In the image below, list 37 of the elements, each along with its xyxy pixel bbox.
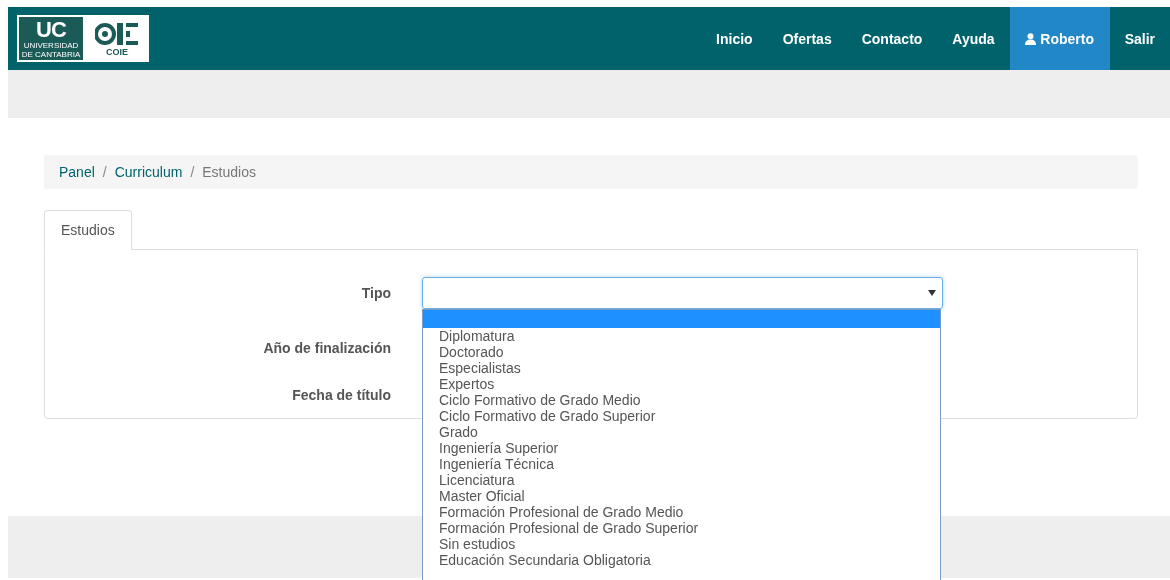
dropdown-option[interactable]: Expertos: [423, 376, 940, 392]
nav-link[interactable]: Contacto: [846, 7, 938, 70]
dropdown-option[interactable]: Diplomatura: [423, 328, 940, 344]
breadcrumb-separator: /: [101, 164, 108, 180]
field-label: Fecha de título: [291, 386, 391, 403]
nav-link[interactable]: Ayuda: [937, 7, 1010, 70]
dropdown-option[interactable]: Ingeniería Técnica: [423, 456, 940, 472]
user-icon: [1025, 32, 1037, 45]
logo-initials: UC: [36, 18, 66, 41]
dropdown-option[interactable]: Especialistas: [423, 360, 940, 376]
dropdown-option[interactable]: Ingeniería Superior: [423, 440, 940, 456]
dropdown-option[interactable]: Master Oficial: [423, 488, 940, 504]
nav-link[interactable]: Salir: [1109, 7, 1170, 70]
nav-link[interactable]: Ofertas: [767, 7, 847, 70]
dropdown-option[interactable]: Educación Secundaria Obligatoria: [423, 552, 940, 568]
breadcrumb-current: Estudios: [202, 164, 256, 180]
nav-link[interactable]: Roberto: [1009, 7, 1110, 70]
field-label: Año de finalización: [262, 339, 391, 356]
dropdown-option[interactable]: Formación Profesional de Grado Medio: [423, 504, 940, 520]
logo-university: UNIVERSIDAD DE CANTABRIA: [21, 40, 81, 59]
nav-link[interactable]: Inicio: [701, 7, 768, 70]
tab[interactable]: Estudios: [44, 210, 132, 250]
field-label: Tipo: [360, 285, 391, 301]
logo-mark-icon: [95, 20, 139, 47]
dropdown-option[interactable]: Ciclo Formativo de Grado Superior: [423, 408, 940, 424]
caret-icon: [928, 290, 936, 296]
dropdown-option[interactable]: Licenciatura: [423, 472, 940, 488]
dropdown-option[interactable]: Grado: [423, 424, 940, 440]
type-select[interactable]: [422, 277, 943, 309]
logo-unit: COIE: [106, 46, 128, 57]
dropdown-option[interactable]: Formación Profesional de Grado Superior: [423, 520, 940, 536]
breadcrumb-separator: /: [189, 164, 196, 180]
dropdown-option[interactable]: Ciclo Formativo de Grado Medio: [423, 392, 940, 408]
breadcrumb-link[interactable]: Curriculum: [114, 164, 183, 180]
dropdown-option[interactable]: Doctorado: [423, 344, 940, 360]
dropdown-option[interactable]: Sin estudios: [423, 536, 940, 552]
breadcrumb-link[interactable]: Panel: [59, 164, 95, 180]
